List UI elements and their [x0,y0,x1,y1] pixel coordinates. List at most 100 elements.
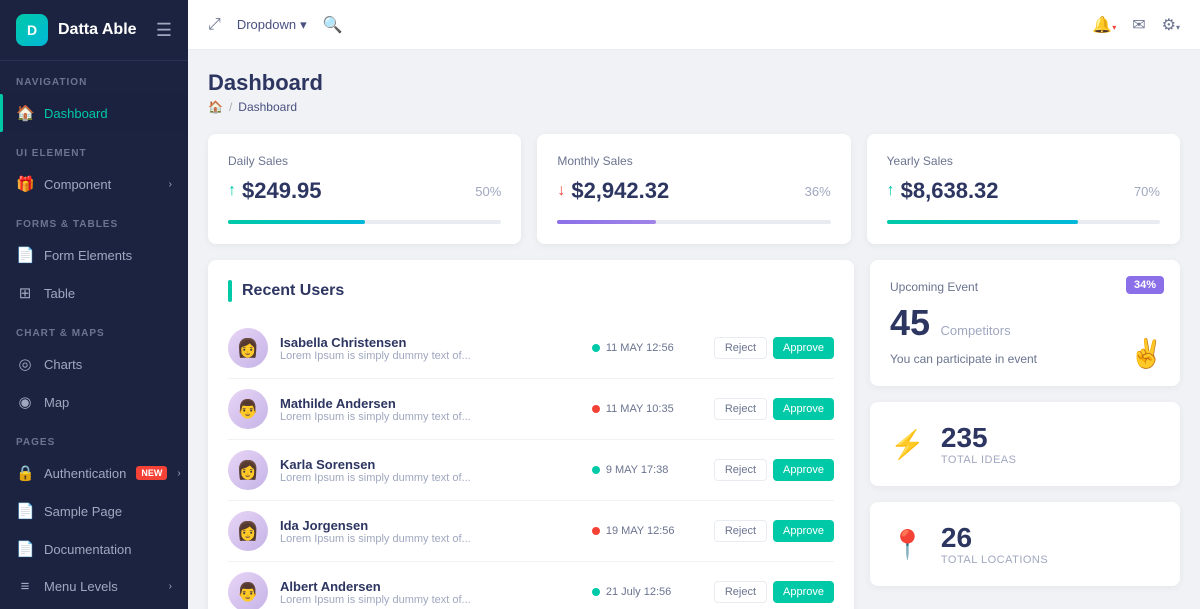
panel-title-text: Recent Users [242,282,344,300]
content-area: Dashboard 🏠 / Dashboard Daily Sales ↑ $2… [188,50,1200,609]
chart-section-label: Chart & Maps [0,312,188,345]
stat-value: ↑ $8,638.32 [887,178,999,204]
ideas-info: 235 TOTAL IDEAS [941,422,1017,466]
location-pin-icon: 📍 [890,528,925,561]
settings-icon[interactable]: ⚙▾ [1162,15,1180,35]
user-info: Karla Sorensen Lorem Ipsum is simply dum… [280,457,580,484]
stat-label: Daily Sales [228,154,501,168]
sidebar-item-table[interactable]: ⊞ Table [0,274,188,312]
reject-button[interactable]: Reject [714,398,767,420]
stat-value-row: ↓ $2,942.32 36% [557,178,830,204]
mail-icon[interactable]: ✉ [1132,15,1145,35]
breadcrumb-current: Dashboard [238,100,297,114]
user-date: 21 July 12:56 [606,586,671,598]
trend-up-icon: ↑ [228,182,236,200]
lock-icon: 🔒 [16,464,34,482]
progress-bg [887,220,1160,224]
table-row: 👩 Ida Jorgensen Lorem Ipsum is simply du… [228,501,834,562]
sidebar-item-menu-levels[interactable]: ≡ Menu Levels › [0,568,188,605]
stat-label: Monthly Sales [557,154,830,168]
chevron-right-icon: › [169,581,172,592]
search-icon[interactable]: 🔍 [323,15,343,35]
forms-section-label: Forms & Tables [0,203,188,236]
stat-amount: $2,942.32 [571,178,669,204]
stat-value: ↓ $2,942.32 [557,178,669,204]
user-status: 19 MAY 12:56 [592,525,702,537]
main-area: ⤢ Dropdown ▾ 🔍 🔔▾ ✉ ⚙▾ Dashboard 🏠 / Das… [188,0,1200,609]
pages-section-label: Pages [0,421,188,454]
dropdown-button[interactable]: Dropdown ▾ [237,17,307,33]
reject-button[interactable]: Reject [714,520,767,542]
status-dot [592,405,600,413]
nav-section-label: Navigation [0,61,188,94]
user-date: 19 MAY 12:56 [606,525,675,537]
sidebar-item-dashboard[interactable]: 🏠 Dashboard [0,94,188,132]
event-count-label: Competitors [941,323,1011,338]
progress-fill [887,220,1078,224]
event-badge: 34% [1126,276,1164,294]
expand-icon[interactable]: ⤢ [208,16,221,34]
sidebar-item-charts[interactable]: ◎ Charts [0,345,188,383]
avatar: 👩 [228,450,268,490]
sidebar-item-label: Form Elements [44,248,172,263]
form-icon: 📄 [16,246,34,264]
home-icon: 🏠 [16,104,34,122]
reject-button[interactable]: Reject [714,337,767,359]
approve-button[interactable]: Approve [773,581,834,603]
approve-button[interactable]: Approve [773,398,834,420]
stat-amount: $8,638.32 [901,178,999,204]
user-desc: Lorem Ipsum is simply dummy text of... [280,350,580,362]
sidebar-item-label: Component [44,177,159,192]
user-actions: Reject Approve [714,337,834,359]
user-info: Mathilde Andersen Lorem Ipsum is simply … [280,396,580,423]
user-status: 11 MAY 12:56 [592,342,702,354]
new-badge: New [136,466,167,480]
approve-button[interactable]: Approve [773,520,834,542]
event-emoji-icon: ✌️ [1129,337,1164,370]
sidebar-item-label: Dashboard [44,106,172,121]
event-count-row: 45 Competitors [890,302,1160,344]
reject-button[interactable]: Reject [714,459,767,481]
recent-users-panel: Recent Users 👩 Isabella Christensen Lore… [208,260,854,609]
approve-button[interactable]: Approve [773,337,834,359]
event-title: Upcoming Event [890,280,1160,294]
sidebar-item-component[interactable]: 🎁 Component › [0,165,188,203]
user-rows-container: 👩 Isabella Christensen Lorem Ipsum is si… [228,318,834,609]
user-info: Ida Jorgensen Lorem Ipsum is simply dumm… [280,518,580,545]
lightning-icon: ⚡ [890,428,925,461]
sidebar-item-documentation[interactable]: 📄 Documentation [0,530,188,568]
table-icon: ⊞ [16,284,34,302]
panel-title: Recent Users [228,280,834,302]
table-row: 👨 Mathilde Andersen Lorem Ipsum is simpl… [228,379,834,440]
sidebar-item-label: Documentation [44,542,172,557]
approve-button[interactable]: Approve [773,459,834,481]
sidebar-item-label: Map [44,395,172,410]
user-info: Isabella Christensen Lorem Ipsum is simp… [280,335,580,362]
avatar: 👩 [228,328,268,368]
user-status: 11 MAY 10:35 [592,403,702,415]
stat-card-yearly: Yearly Sales ↑ $8,638.32 70% [867,134,1180,244]
sidebar-item-sample-page[interactable]: 📄 Sample Page [0,492,188,530]
hamburger-icon[interactable]: ☰ [156,20,172,41]
status-dot [592,466,600,474]
trend-up-icon: ↑ [887,182,895,200]
sidebar-item-label: Menu Levels [44,579,159,594]
user-desc: Lorem Ipsum is simply dummy text of... [280,533,580,545]
bell-icon[interactable]: 🔔▾ [1092,15,1116,35]
sidebar-item-label: Charts [44,357,172,372]
user-name: Ida Jorgensen [280,518,580,533]
user-status: 9 MAY 17:38 [592,464,702,476]
sidebar-item-form-elements[interactable]: 📄 Form Elements [0,236,188,274]
sidebar-item-map[interactable]: ◉ Map [0,383,188,421]
sidebar-item-authentication[interactable]: 🔒 Authentication New › [0,454,188,492]
page-header: Dashboard 🏠 / Dashboard [208,70,1180,114]
reject-button[interactable]: Reject [714,581,767,603]
progress-bg [228,220,501,224]
stat-pct: 50% [475,184,501,199]
status-dot [592,344,600,352]
ui-section-label: UI Element [0,132,188,165]
topbar: ⤢ Dropdown ▾ 🔍 🔔▾ ✉ ⚙▾ [188,0,1200,50]
main-grid: Recent Users 👩 Isabella Christensen Lore… [208,260,1180,609]
status-dot [592,588,600,596]
sidebar-item-label: Table [44,286,172,301]
